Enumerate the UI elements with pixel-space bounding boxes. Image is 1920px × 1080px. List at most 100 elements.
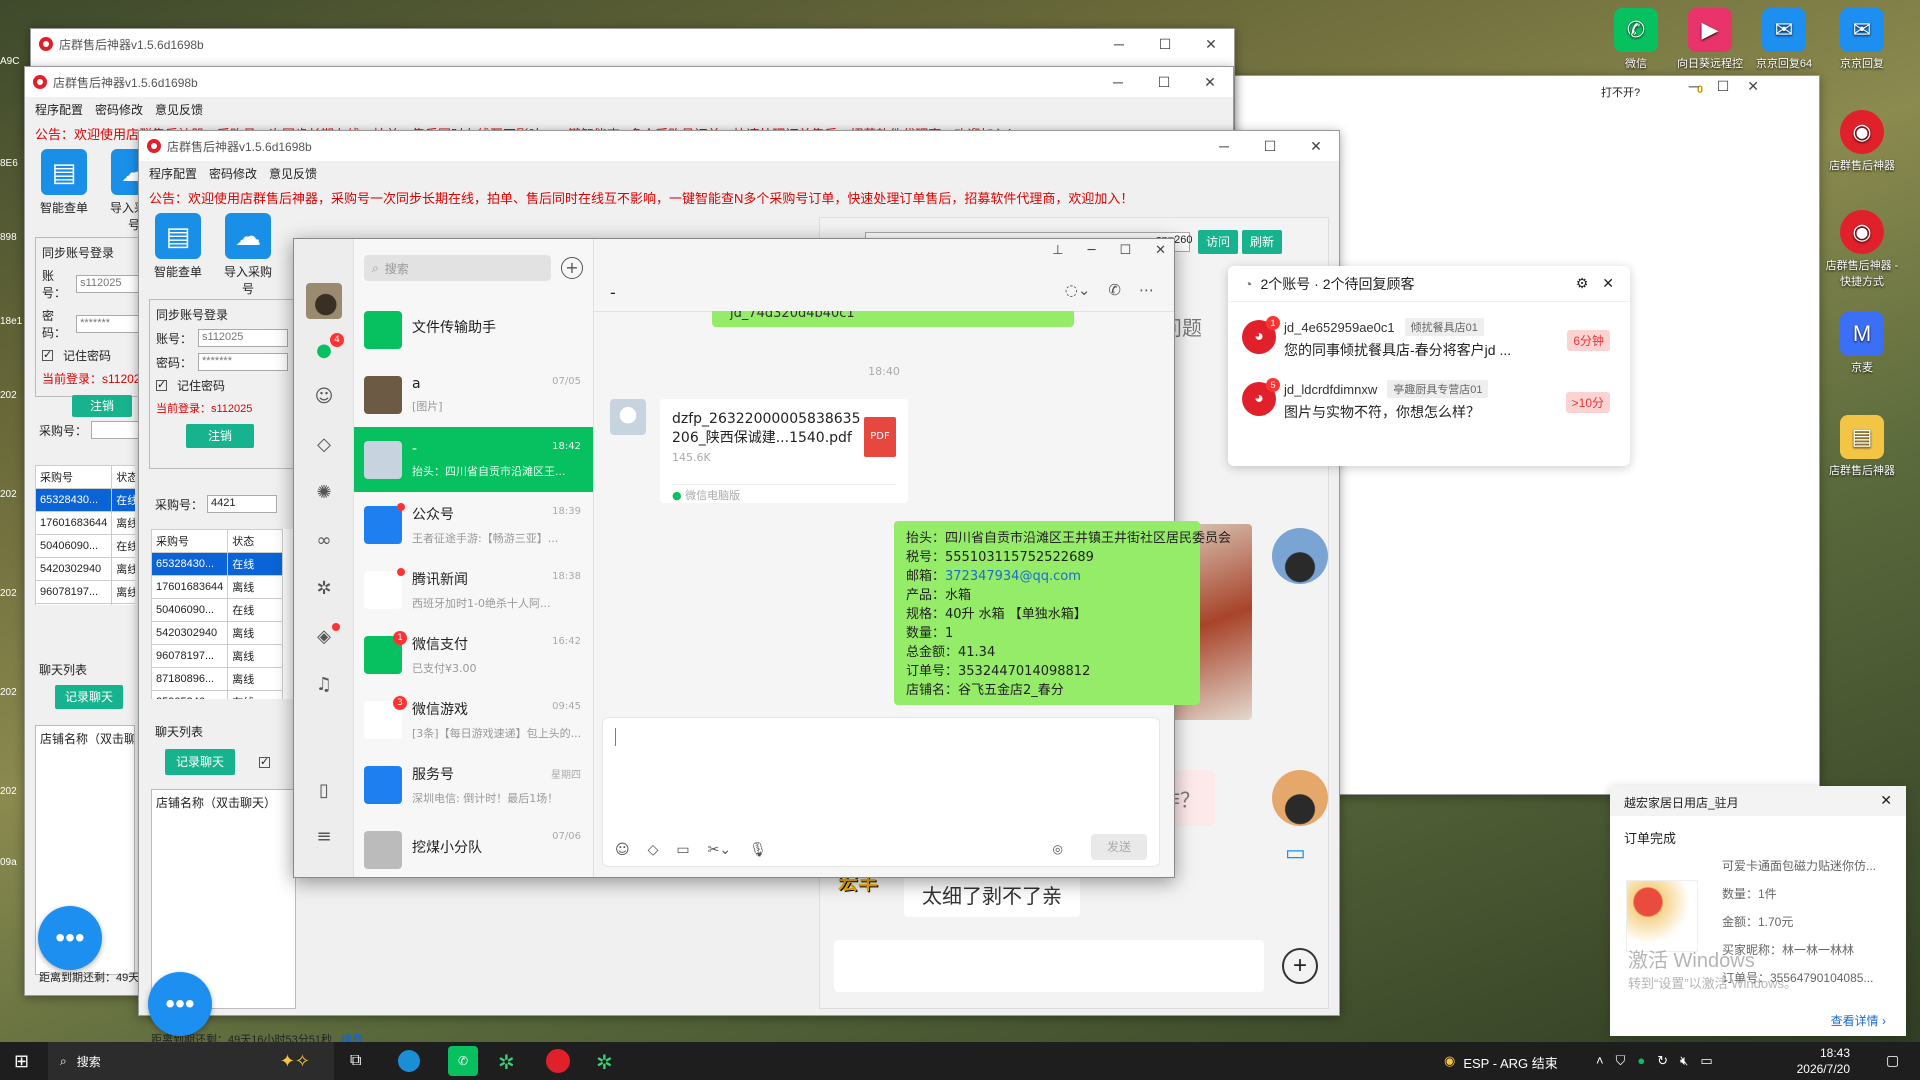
message-icon[interactable]: ◌⌄ [1065, 281, 1091, 299]
add-chat-icon[interactable]: + [561, 257, 583, 279]
table-row[interactable]: 87180896...离线 [151, 667, 284, 691]
expand-checkbox[interactable] [259, 755, 274, 769]
table-row[interactable]: 65328430... 在线 [35, 488, 135, 512]
file-message[interactable]: dzfp_26322000005838635 206_陕西保诚建...1540.… [660, 399, 908, 503]
desktop-icon-jjreply64[interactable]: ✉ 京京回复64 [1746, 8, 1822, 71]
discover-icon[interactable]: ✲ [312, 577, 336, 601]
chat-list-item[interactable]: 挖煤小分队 07/06 [354, 817, 593, 877]
logout-button[interactable]: 注销 [72, 395, 132, 417]
chat-list-item[interactable]: - 抬头：四川省自贡市沿滩区王... 18:42 [354, 427, 593, 492]
view-detail-link[interactable]: 查看详情 › [1831, 1012, 1886, 1029]
mic-icon[interactable]: 🎙︎ [749, 842, 767, 858]
minimize-icon[interactable]: ─ [1095, 74, 1141, 90]
table-row[interactable]: 96078197... 离线 [151, 644, 284, 668]
desktop-icon-sunlogin[interactable]: ▶ 向日葵远程控 [1672, 8, 1748, 71]
chat-list-item[interactable]: 腾讯新闻 西班牙加时1-0绝杀十人阿... 18:38 [354, 557, 593, 622]
import-button[interactable]: ☁ 导入采购号 [219, 213, 277, 297]
call-icon[interactable]: ✆ [1108, 281, 1121, 299]
notify-item[interactable]: ◕ 5 jd_ldcrdfdimnxw 亭趣厨具专营店01 图片与实物不符，你想… [1242, 374, 1616, 430]
table-row[interactable]: 17601683644 离线 [35, 511, 135, 535]
close-icon[interactable]: ✕ [1747, 78, 1759, 95]
minimize-icon[interactable]: ─ [1096, 36, 1142, 52]
table-row[interactable]: 96078197... 离线 [35, 580, 135, 604]
menu-config[interactable]: 程序配置 [35, 101, 83, 118]
menu-feedback[interactable]: 意见反馈 [269, 165, 317, 182]
shop-chat-input[interactable] [834, 940, 1264, 992]
close-icon[interactable]: ✕ [1602, 275, 1614, 292]
box-icon[interactable]: ◇ [648, 842, 659, 858]
smart-query-button[interactable]: ▤ 智能查单 [149, 213, 207, 297]
network-icon[interactable]: ▭ [1700, 1053, 1712, 1069]
settings-icon[interactable]: ⚙ [1576, 275, 1589, 292]
float-chat-button-1[interactable]: ••• [38, 906, 102, 970]
chat-list-item[interactable]: 文件传输助手 [354, 297, 593, 362]
clock[interactable]: 18:43 2026/7/20 [1770, 1045, 1850, 1077]
table-row[interactable]: 87180896...离线 [35, 603, 135, 605]
chat-list-item[interactable]: 服务号 深圳电信: 倒计时！最后1场！ 星期四 [354, 752, 593, 817]
pin-icon[interactable]: ⊥ [1052, 243, 1063, 258]
purchase-input[interactable]: 4421 [207, 495, 278, 513]
desktop-icon-wechat[interactable]: ✆ 微信 [1598, 8, 1674, 71]
table-row[interactable]: 50406090... 在线 [151, 598, 284, 622]
chat-list-item[interactable]: 3 微信游戏 [3条]【每日游戏速递】包上头的... 09:45 [354, 687, 593, 752]
remember-checkbox[interactable]: 记住密码 [42, 347, 148, 364]
notify-item[interactable]: ◕ 1 jd_4e652959ae0c1 倾扰餐具店01 您的同事倾扰餐具店-春… [1242, 312, 1616, 368]
table-row[interactable]: 17601683644 离线 [151, 575, 284, 599]
table-row[interactable]: 50406090... 在线 [35, 534, 135, 558]
minimize-icon[interactable]: ─ [1689, 78, 1699, 95]
add-icon[interactable]: + [1282, 948, 1318, 984]
record-chat-button[interactable]: 记录聊天 [55, 685, 123, 709]
email-link[interactable]: 372347934@qq.com [945, 569, 1081, 584]
notification-center-icon[interactable]: ▢ [1886, 1052, 1899, 1069]
folder-icon[interactable]: ▭ [676, 842, 689, 858]
logout-button[interactable]: 注销 [186, 424, 254, 448]
start-icon[interactable]: ⊞ [14, 1051, 29, 1072]
dianqun-taskbar-icon[interactable] [546, 1049, 570, 1073]
more-icon[interactable]: ⋯ [1139, 281, 1154, 299]
chat-list-item[interactable]: a [图片] 07/05 [354, 362, 593, 427]
table-row[interactable]: 5420302940 离线 [35, 557, 135, 581]
app-taskbar-icon-1[interactable]: ✲ [498, 1050, 515, 1075]
contacts-icon[interactable]: ☺ [312, 385, 336, 409]
desktop-icon-dianqun-shortcut[interactable]: ◉ 店群售后神器 - 快捷方式 [1824, 210, 1900, 289]
desktop-icon-jingmai[interactable]: M 京麦 [1824, 312, 1900, 375]
language-indicator[interactable]: ◉ ESP - ARG 结束 [1444, 1053, 1558, 1072]
account-field[interactable]: s112025 [198, 329, 289, 347]
wechat-taskbar-icon[interactable]: ✆ [448, 1046, 478, 1076]
channels-icon[interactable]: ∞ [312, 529, 336, 553]
send-button[interactable]: 发送 [1091, 834, 1147, 860]
desktop-icon-dianqun[interactable]: ◉ 店群售后神器 [1824, 110, 1900, 173]
shield-icon[interactable]: ⛉ [1616, 1053, 1626, 1069]
edge-icon[interactable] [398, 1050, 420, 1072]
taskbar-search[interactable]: ⌕ 搜索 ✦✧ [48, 1042, 334, 1080]
sync-icon[interactable]: ↻ [1657, 1053, 1668, 1069]
app-taskbar-icon-2[interactable]: ✲ [596, 1050, 613, 1075]
chat-list-item[interactable]: 1 微信支付 已支付¥3.00 16:42 [354, 622, 593, 687]
close-icon[interactable]: ✕ [1155, 243, 1166, 258]
favorites-icon[interactable]: ◇ [312, 433, 336, 457]
close-icon[interactable]: ✕ [1187, 74, 1233, 91]
maximize-icon[interactable]: ☐ [1119, 243, 1131, 258]
moments-icon[interactable]: ✺ [312, 481, 336, 505]
maximize-icon[interactable]: ☐ [1247, 138, 1293, 155]
music-icon[interactable]: ♫ [312, 673, 336, 697]
close-icon[interactable]: ✕ [1188, 36, 1234, 53]
menu-password[interactable]: 密码修改 [95, 101, 143, 118]
table-row[interactable]: 5420302940 离线 [151, 621, 284, 645]
volume-muted-icon[interactable]: 🔇︎ [1680, 1053, 1688, 1069]
menu-feedback[interactable]: 意见反馈 [155, 101, 203, 118]
table-row[interactable]: 65328430... 在线 [151, 552, 284, 576]
refresh-button[interactable]: 刷新 [1242, 230, 1282, 254]
maximize-icon[interactable]: ☐ [1141, 74, 1187, 91]
smart-query-button[interactable]: ▤ 智能查单 [35, 149, 93, 233]
message-composer[interactable]: ☺ ◇ ▭ ✂⌄ 🎙︎ ◎ 发送 [602, 717, 1160, 867]
visit-button[interactable]: 访问 [1198, 230, 1238, 254]
desktop-icon-folder[interactable]: ▤ 店群售后神器 [1824, 415, 1900, 478]
phone-icon[interactable]: ▯ [312, 779, 336, 803]
maximize-icon[interactable]: ☐ [1142, 36, 1188, 53]
desktop-icon-jjreply[interactable]: ✉ 京京回复 [1824, 8, 1900, 71]
wechat-tray-icon[interactable]: ● [1637, 1053, 1645, 1069]
minimize-icon[interactable]: ─ [1088, 243, 1096, 258]
minimize-icon[interactable]: ─ [1201, 138, 1247, 154]
chat-icon[interactable]: ● 4 [312, 333, 344, 363]
